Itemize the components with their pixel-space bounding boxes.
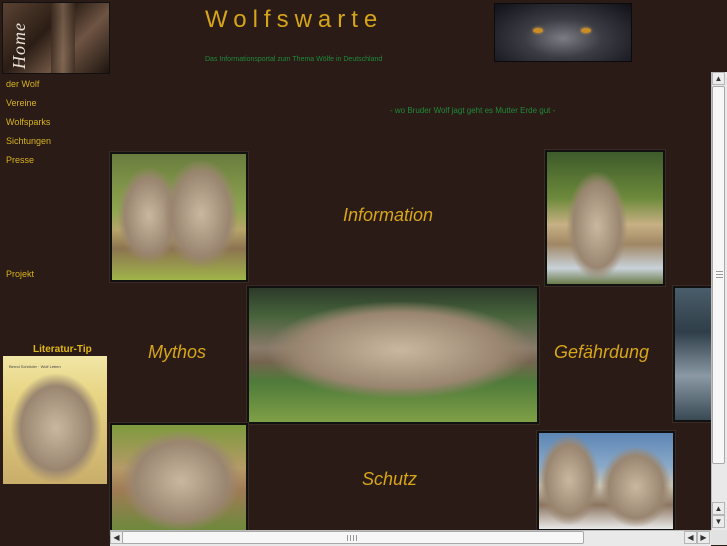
section-schutz-link[interactable]: Schutz: [362, 469, 417, 490]
wolf-in-grass-photo[interactable]: [110, 423, 248, 535]
sidebar-item-vereine[interactable]: Vereine: [6, 98, 37, 108]
site-subtitle: Das Informationsportal zum Thema Wölfe i…: [205, 56, 383, 63]
sidebar-item-projekt[interactable]: Projekt: [6, 269, 34, 279]
sidebar-item-der-wolf[interactable]: der Wolf: [6, 79, 39, 89]
sidebar-item-wolfsparks[interactable]: Wolfsparks: [6, 117, 50, 127]
book-cover-text: Bernd Schröder · Wolf Leben: [9, 364, 61, 369]
wolf-pup-graphic: [164, 160, 238, 268]
section-mythos-link[interactable]: Mythos: [148, 342, 206, 363]
motto-text: - wo Bruder Wolf jagt geht es Mutter Erd…: [390, 106, 556, 115]
wolf-eye-right: [581, 28, 591, 33]
sidebar-item-sichtungen[interactable]: Sichtungen: [6, 136, 51, 146]
arrow-up-icon[interactable]: ▲: [712, 72, 725, 85]
grip-icon: [347, 535, 359, 541]
howling-pup-graphic: [567, 172, 627, 280]
wolf-eyes-banner: [494, 3, 632, 62]
arrow-right-icon[interactable]: ▶: [697, 531, 710, 544]
arrow-left-icon[interactable]: ◀: [684, 531, 697, 544]
wolf-graphic: [539, 435, 599, 525]
wolf-grass-graphic: [122, 431, 240, 531]
vertical-scroll-thumb[interactable]: [712, 86, 725, 464]
site-title: Wolfswarte: [205, 6, 384, 33]
sidebar-item-presse[interactable]: Presse: [6, 155, 34, 165]
howling-pup-photo[interactable]: [545, 150, 665, 286]
literature-tip-heading: Literatur-Tip: [33, 344, 92, 355]
wolf-graphic: [601, 447, 671, 527]
arrow-up-icon[interactable]: ▲: [712, 502, 725, 515]
grip-icon: [716, 271, 723, 279]
literature-book-cover[interactable]: Bernd Schröder · Wolf Leben: [3, 356, 107, 484]
wolf-eye-left: [533, 28, 543, 33]
horizontal-scroll-thumb[interactable]: [122, 531, 584, 544]
home-link-image[interactable]: Home: [2, 2, 110, 74]
arrow-down-icon[interactable]: ▼: [712, 515, 725, 528]
wolf-pups-photo[interactable]: [110, 152, 248, 282]
section-information-link[interactable]: Information: [343, 205, 433, 226]
wolf-pair-photo[interactable]: [537, 431, 675, 531]
wolf-face-graphic: [11, 374, 101, 482]
home-label: Home: [9, 22, 29, 69]
walking-wolf-photo[interactable]: [247, 286, 539, 424]
walking-wolf-graphic: [269, 302, 531, 398]
section-gefaehrdung-link[interactable]: Gefährdung: [554, 342, 649, 363]
scrollbar-corner: [711, 530, 727, 545]
wolf-fur-graphic: [51, 3, 75, 73]
